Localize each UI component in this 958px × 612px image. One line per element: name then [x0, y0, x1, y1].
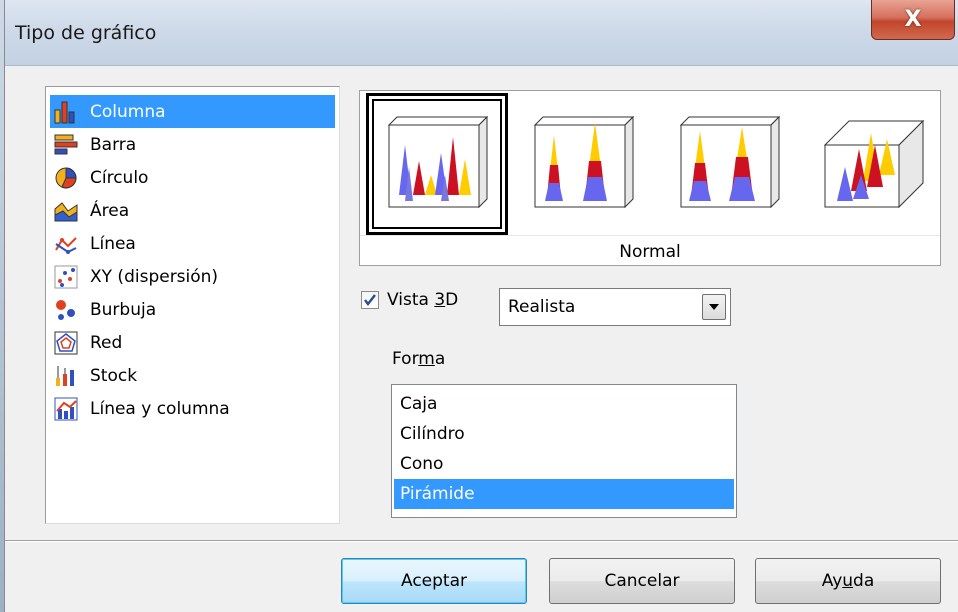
chart-type-label: Red [90, 332, 123, 353]
bubble-chart-icon [56, 299, 75, 320]
close-icon: X [904, 7, 922, 32]
chart-type-label: Barra [90, 134, 137, 155]
view-3d-checkbox[interactable]: Vista 3D [361, 290, 458, 310]
variant-stacked-thumbnail [525, 105, 641, 221]
chart-type-item-area[interactable]: Área [50, 194, 335, 227]
chart-type-item-red[interactable]: Red [50, 326, 335, 359]
ok-button[interactable]: Aceptar [341, 558, 527, 604]
dialog-body: Columna Barra Círculo Área Línea XY (dis… [5, 66, 958, 612]
chart-type-item-linea-columna[interactable]: Línea y columna [50, 392, 335, 425]
chart-type-label: Círculo [90, 167, 149, 188]
area-chart-icon [54, 201, 78, 221]
chart-type-item-columna[interactable]: Columna [50, 95, 335, 128]
shape-list[interactable]: Caja Cilíndro Cono Pirámide [391, 384, 737, 518]
chart-type-item-barra[interactable]: Barra [50, 128, 335, 161]
variant-percent-stacked[interactable] [656, 91, 802, 235]
stock-chart-icon [56, 365, 74, 386]
shape-option-caja[interactable]: Caja [394, 389, 734, 419]
chart-type-label: Burbuja [90, 299, 157, 320]
variant-percent-stacked-thumbnail [671, 105, 787, 221]
shape-option-cilindro[interactable]: Cilíndro [394, 419, 734, 449]
column-chart-icon [54, 101, 75, 123]
chart-type-label: XY (dispersión) [90, 266, 219, 287]
cancel-button[interactable]: Cancelar [549, 558, 735, 604]
shape-option-piramide[interactable]: Pirámide [394, 479, 734, 509]
dropdown-button[interactable] [702, 294, 726, 320]
pie-chart-icon [55, 166, 77, 188]
chevron-down-icon [709, 304, 719, 310]
chart-variant-gallery: Normal [359, 90, 941, 266]
scheme-value: Realista [508, 297, 576, 317]
checkbox-box[interactable] [361, 291, 379, 309]
variant-name: Normal [360, 235, 940, 267]
line-column-chart-icon [54, 397, 78, 420]
chart-type-item-circulo[interactable]: Círculo [50, 161, 335, 194]
title-bar[interactable]: Tipo de gráfico X [5, 0, 958, 66]
chart-type-label: Stock [90, 365, 138, 386]
net-chart-icon [54, 331, 78, 354]
chart-type-label: Columna [90, 101, 166, 122]
variant-deep-thumbnail [815, 105, 931, 221]
checkmark-icon [364, 294, 376, 306]
variant-normal[interactable] [364, 91, 510, 235]
close-button[interactable]: X [871, 0, 955, 40]
chart-type-item-linea[interactable]: Línea [50, 227, 335, 260]
chart-type-dialog: Tipo de gráfico X Columna Barra Círculo … [4, 0, 958, 612]
line-chart-icon [55, 236, 77, 254]
variant-deep[interactable] [800, 91, 946, 235]
button-separator [5, 540, 958, 542]
shape-option-cono[interactable]: Cono [394, 449, 734, 479]
chart-type-list[interactable]: Columna Barra Círculo Área Línea XY (dis… [45, 86, 340, 524]
scheme-dropdown[interactable]: Realista [499, 288, 731, 326]
chart-type-item-burbuja[interactable]: Burbuja [50, 293, 335, 326]
chart-type-item-xy[interactable]: XY (dispersión) [50, 260, 335, 293]
chart-type-item-stock[interactable]: Stock [50, 359, 335, 392]
chart-type-label: Línea y columna [90, 398, 230, 419]
scatter-chart-icon [54, 265, 78, 288]
bar-chart-icon [54, 134, 78, 154]
dialog-title: Tipo de gráfico [15, 22, 157, 44]
chart-type-label: Área [90, 200, 130, 221]
shape-label: Forma [392, 349, 446, 369]
chart-type-label: Línea [90, 233, 136, 254]
view-3d-label: Vista 3D [387, 290, 459, 310]
variant-normal-thumbnail [379, 105, 495, 221]
variant-stacked[interactable] [510, 91, 656, 235]
help-button[interactable]: Ay u da [755, 558, 941, 604]
